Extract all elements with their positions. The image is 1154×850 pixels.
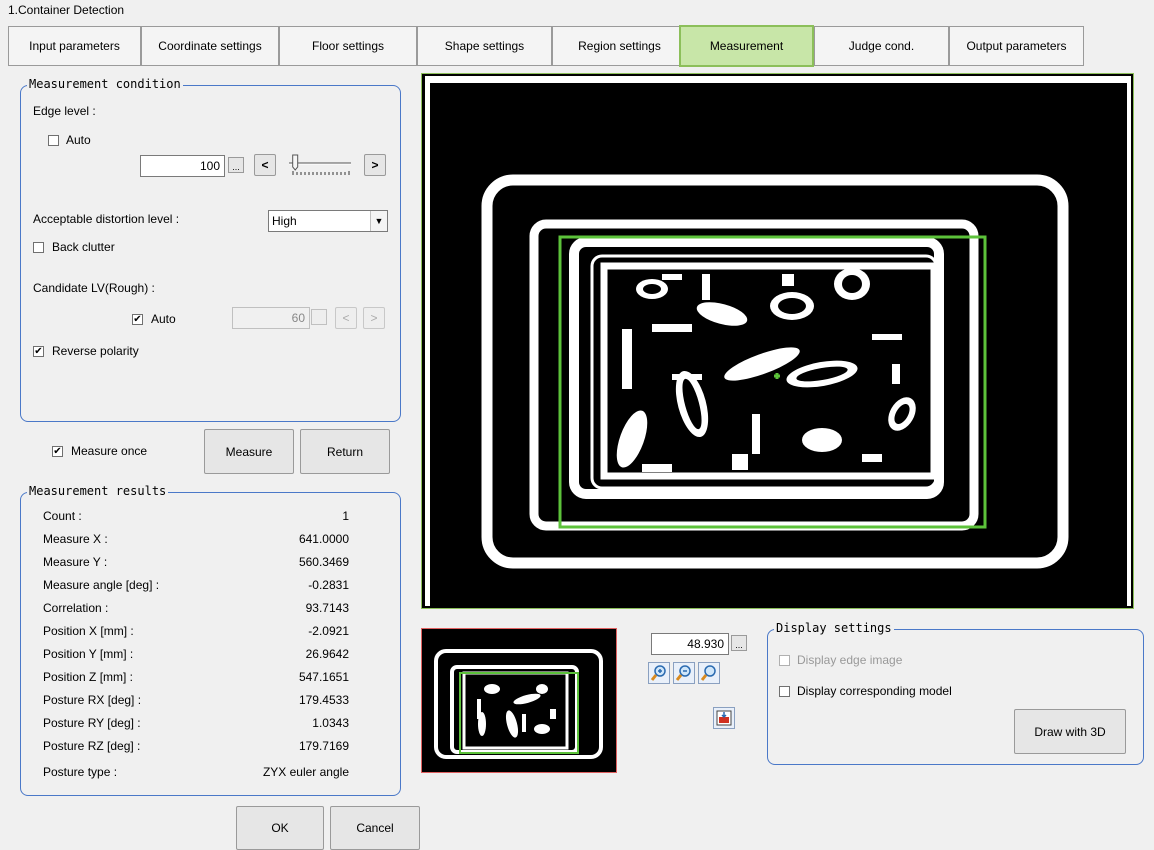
distortion-level-value: High (272, 214, 297, 228)
back-clutter-checkbox[interactable] (33, 242, 44, 253)
zoom-ellipsis-button[interactable]: ... (731, 635, 747, 651)
edge-level-increment-button[interactable]: > (364, 154, 386, 176)
result-label: Measure angle [deg] : (43, 578, 160, 592)
result-label: Posture RY [deg] : (43, 716, 141, 730)
image-thumbnail[interactable] (421, 628, 617, 773)
tab-output-parameters[interactable]: Output parameters (949, 26, 1084, 66)
cancel-button[interactable]: Cancel (330, 806, 420, 850)
candidate-auto-checkbox[interactable]: ✔ (132, 314, 143, 325)
result-label: Position Z [mm] : (43, 670, 134, 684)
result-value: 93.7143 (305, 601, 349, 615)
tab-region-settings[interactable]: Region settings (552, 26, 687, 66)
result-label: Position Y [mm] : (43, 647, 134, 661)
candidate-lv-ellipsis-button[interactable] (311, 309, 327, 325)
measure-button[interactable]: Measure (204, 429, 294, 474)
result-label: Count : (43, 509, 82, 523)
fit-to-window-button[interactable] (713, 707, 735, 729)
result-value: 1.0343 (312, 716, 349, 730)
candidate-lv-increment-button[interactable]: > (363, 307, 385, 329)
result-value: 1 (342, 509, 349, 523)
result-value: 547.1651 (298, 670, 349, 684)
result-label: Posture RX [deg] : (43, 693, 142, 707)
measurement-condition-title: Measurement condition (27, 77, 183, 91)
result-value: 560.3469 (298, 555, 349, 569)
display-edge-image-checkbox[interactable] (779, 655, 790, 666)
candidate-lv-decrement-button[interactable]: < (335, 307, 357, 329)
edge-level-ellipsis-button[interactable]: ... (228, 157, 244, 173)
measure-once-label: Measure once (71, 444, 148, 458)
back-clutter-label: Back clutter (52, 240, 115, 254)
zoom-out-icon (675, 665, 691, 681)
measurement-results-title: Measurement results (27, 484, 169, 498)
window-title: 1.Container Detection (8, 3, 125, 17)
tab-coordinate-settings[interactable]: Coordinate settings (141, 26, 279, 66)
candidate-lv-input[interactable]: 60 (232, 307, 310, 329)
image-viewport[interactable] (421, 73, 1134, 609)
result-value: 641.0000 (298, 532, 349, 546)
zoom-fit-icon (700, 665, 716, 681)
edge-level-decrement-button[interactable]: < (254, 154, 276, 176)
draw-with-3d-button[interactable]: Draw with 3D (1014, 709, 1126, 754)
result-label: Measure Y : (43, 555, 108, 569)
display-edge-image-label: Display edge image (797, 653, 903, 667)
measure-once-checkbox[interactable]: ✔ (52, 446, 63, 457)
tab-judge-cond[interactable]: Judge cond. (814, 26, 949, 66)
return-button[interactable]: Return (300, 429, 390, 474)
result-value: 26.9642 (305, 647, 349, 661)
result-label: Position X [mm] : (43, 624, 134, 638)
result-value: 179.4533 (298, 693, 349, 707)
result-label: Posture RZ [deg] : (43, 739, 141, 753)
edge-image (425, 76, 1131, 606)
ok-button[interactable]: OK (236, 806, 324, 850)
zoom-level-input[interactable]: 48.930 (651, 633, 729, 655)
edge-level-input[interactable]: 100 (140, 155, 225, 177)
display-corresponding-model-label: Display corresponding model (797, 684, 952, 698)
reverse-polarity-checkbox[interactable]: ✔ (33, 346, 44, 357)
dropdown-arrow-icon: ▼ (370, 211, 387, 231)
zoom-fit-button[interactable] (698, 662, 720, 684)
result-value: -2.0921 (308, 624, 349, 638)
candidate-auto-label: Auto (151, 312, 176, 326)
distortion-level-select[interactable]: High ▼ (268, 210, 388, 232)
display-corresponding-model-checkbox[interactable] (779, 686, 790, 697)
edge-auto-label: Auto (66, 133, 91, 147)
zoom-in-button[interactable] (648, 662, 670, 684)
fit-to-window-icon (716, 710, 732, 726)
result-value: 179.7169 (298, 739, 349, 753)
edge-auto-checkbox[interactable] (48, 135, 59, 146)
result-value: ZYX euler angle (262, 765, 349, 779)
distortion-level-label: Acceptable distortion level : (33, 212, 180, 226)
result-label: Posture type : (43, 765, 118, 779)
edge-level-slider[interactable] (283, 154, 355, 178)
tab-input-parameters[interactable]: Input parameters (8, 26, 141, 66)
checkmark-icon: ✔ (34, 345, 43, 357)
tab-measurement[interactable]: Measurement (679, 25, 814, 67)
tab-shape-settings[interactable]: Shape settings (417, 26, 552, 66)
tab-floor-settings[interactable]: Floor settings (279, 26, 417, 66)
thumbnail-image (434, 649, 603, 759)
reverse-polarity-label: Reverse polarity (52, 344, 139, 358)
slider-track-icon (289, 154, 351, 175)
checkmark-icon: ✔ (133, 313, 142, 325)
edge-level-label: Edge level : (33, 104, 96, 118)
checkmark-icon: ✔ (53, 445, 62, 457)
zoom-out-button[interactable] (673, 662, 695, 684)
result-value: -0.2831 (308, 578, 349, 592)
candidate-lv-label: Candidate LV(Rough) : (33, 281, 155, 295)
zoom-in-icon (650, 665, 666, 681)
display-settings-title: Display settings (774, 621, 894, 635)
result-label: Measure X : (43, 532, 108, 546)
result-label: Correlation : (43, 601, 109, 615)
